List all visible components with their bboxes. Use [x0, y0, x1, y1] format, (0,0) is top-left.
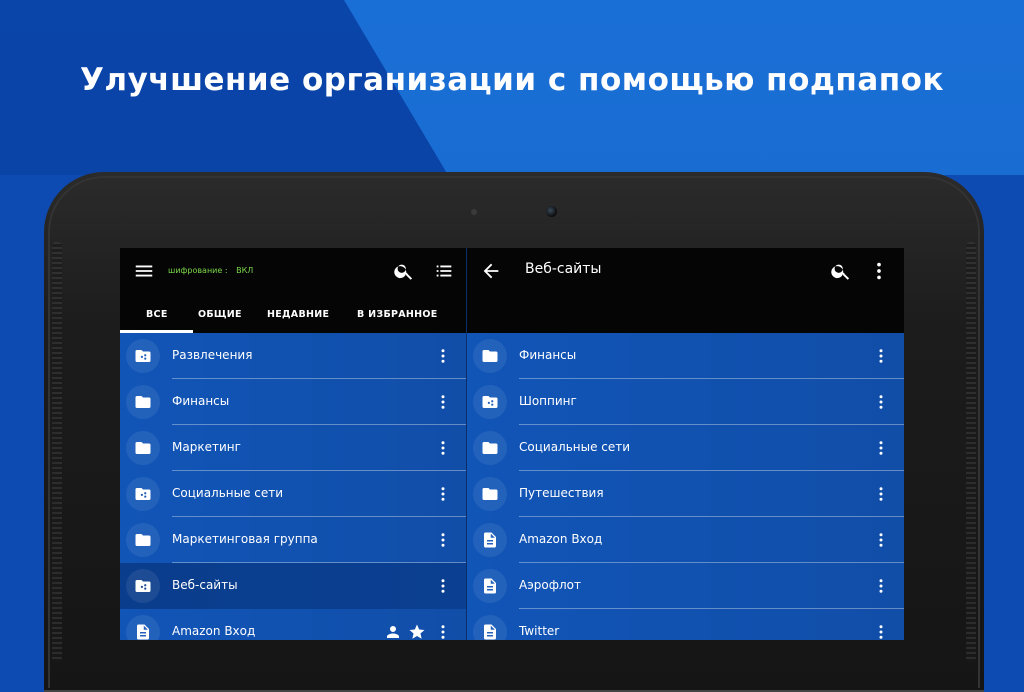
- item-label: Финансы: [519, 348, 577, 362]
- search-icon[interactable]: [827, 257, 855, 285]
- list-item[interactable]: Социальные сети: [467, 425, 904, 471]
- item-label: Шоппинг: [519, 394, 577, 408]
- item-label: Путешествия: [519, 486, 604, 500]
- more-vert-icon[interactable]: [432, 390, 454, 414]
- more-vert-icon[interactable]: [432, 528, 454, 552]
- list-item[interactable]: Twitter: [467, 609, 904, 640]
- more-vert-icon[interactable]: [432, 482, 454, 506]
- folder-icon: [126, 523, 160, 557]
- item-label: Amazon Вход: [519, 532, 603, 546]
- folder-icon: [126, 431, 160, 465]
- list-item[interactable]: Шоппинг: [467, 379, 904, 425]
- more-vert-icon[interactable]: [870, 528, 892, 552]
- item-label: Развлечения: [172, 348, 253, 362]
- folder-icon: [473, 477, 507, 511]
- list-view-icon[interactable]: [430, 257, 458, 285]
- item-label: Финансы: [172, 394, 230, 408]
- folder-icon: [126, 385, 160, 419]
- more-vert-icon[interactable]: [432, 344, 454, 368]
- speaker-grille-left: [52, 242, 62, 662]
- more-vert-icon[interactable]: [870, 574, 892, 598]
- item-label: Twitter: [519, 624, 560, 638]
- encryption-value: ВКЛ: [236, 266, 254, 275]
- more-vert-icon[interactable]: [432, 436, 454, 460]
- left-app-bar: шифрование : ВКЛ ВСЕ ОБЩИЕ НЕДАВНИЕ В ИЗ…: [120, 248, 466, 333]
- shared-folder-icon: [126, 339, 160, 373]
- item-label: Социальные сети: [519, 440, 631, 454]
- person-icon[interactable]: [382, 621, 404, 640]
- star-icon[interactable]: [406, 621, 428, 640]
- list-item[interactable]: Финансы: [467, 333, 904, 379]
- more-vert-icon[interactable]: [865, 257, 893, 285]
- list-item[interactable]: Путешествия: [467, 471, 904, 517]
- headline: Улучшение организации с помощью подпапок: [79, 62, 945, 98]
- encryption-status: шифрование : ВКЛ: [168, 266, 259, 275]
- tab-recent[interactable]: НЕДАВНИЕ: [267, 309, 329, 320]
- item-label: Веб-сайты: [172, 578, 238, 592]
- item-label: Маркетинговая группа: [172, 532, 318, 546]
- right-app-bar: Веб-сайты: [467, 248, 904, 333]
- speaker-grille-right: [966, 242, 976, 662]
- list-item[interactable]: Amazon Вход: [120, 609, 466, 640]
- more-vert-icon[interactable]: [870, 482, 892, 506]
- more-vert-icon[interactable]: [870, 620, 892, 640]
- back-arrow-icon[interactable]: [477, 257, 505, 285]
- right-list: Финансы Шоппинг Социальные сети Путешест…: [467, 333, 904, 640]
- more-vert-icon[interactable]: [870, 436, 892, 460]
- shared-folder-icon: [126, 477, 160, 511]
- item-label: Amazon Вход: [172, 624, 256, 638]
- more-vert-icon[interactable]: [870, 344, 892, 368]
- list-item[interactable]: Социальные сети: [120, 471, 466, 517]
- list-item[interactable]: Финансы: [120, 379, 466, 425]
- encryption-label: шифрование :: [168, 266, 228, 275]
- document-icon: [473, 569, 507, 603]
- document-icon: [473, 523, 507, 557]
- more-vert-icon[interactable]: [870, 390, 892, 414]
- left-list: Развлечения Финансы Маркетинг Социальные…: [120, 333, 466, 640]
- folder-title: Веб-сайты: [525, 261, 602, 277]
- front-camera: [546, 206, 557, 217]
- shared-folder-icon: [126, 569, 160, 603]
- more-vert-icon[interactable]: [432, 620, 454, 640]
- tab-all[interactable]: ВСЕ: [146, 309, 168, 320]
- list-item[interactable]: Amazon Вход: [467, 517, 904, 563]
- folder-icon: [473, 339, 507, 373]
- item-label: Социальные сети: [172, 486, 284, 500]
- more-vert-icon[interactable]: [432, 574, 454, 598]
- folder-icon: [473, 431, 507, 465]
- menu-icon[interactable]: [130, 257, 158, 285]
- list-item[interactable]: Развлечения: [120, 333, 466, 379]
- shared-folder-icon: [473, 385, 507, 419]
- search-icon[interactable]: [390, 257, 418, 285]
- list-item-selected[interactable]: Веб-сайты: [120, 563, 466, 609]
- sensor-dot: [471, 209, 477, 215]
- list-item[interactable]: Маркетинг: [120, 425, 466, 471]
- tablet-screen: шифрование : ВКЛ ВСЕ ОБЩИЕ НЕДАВНИЕ В ИЗ…: [120, 248, 904, 640]
- right-pane: Веб-сайты Финансы Шоппинг Социальные сет…: [467, 248, 904, 640]
- list-item[interactable]: Аэрофлот: [467, 563, 904, 609]
- item-label: Аэрофлот: [519, 578, 582, 592]
- tab-favorites[interactable]: В ИЗБРАННОЕ: [357, 309, 438, 320]
- tab-shared[interactable]: ОБЩИЕ: [198, 309, 242, 320]
- item-label: Маркетинг: [172, 440, 241, 454]
- left-pane: шифрование : ВКЛ ВСЕ ОБЩИЕ НЕДАВНИЕ В ИЗ…: [120, 248, 466, 640]
- left-tabs: ВСЕ ОБЩИЕ НЕДАВНИЕ В ИЗБРАННОЕ: [120, 300, 466, 333]
- list-item[interactable]: Маркетинговая группа: [120, 517, 466, 563]
